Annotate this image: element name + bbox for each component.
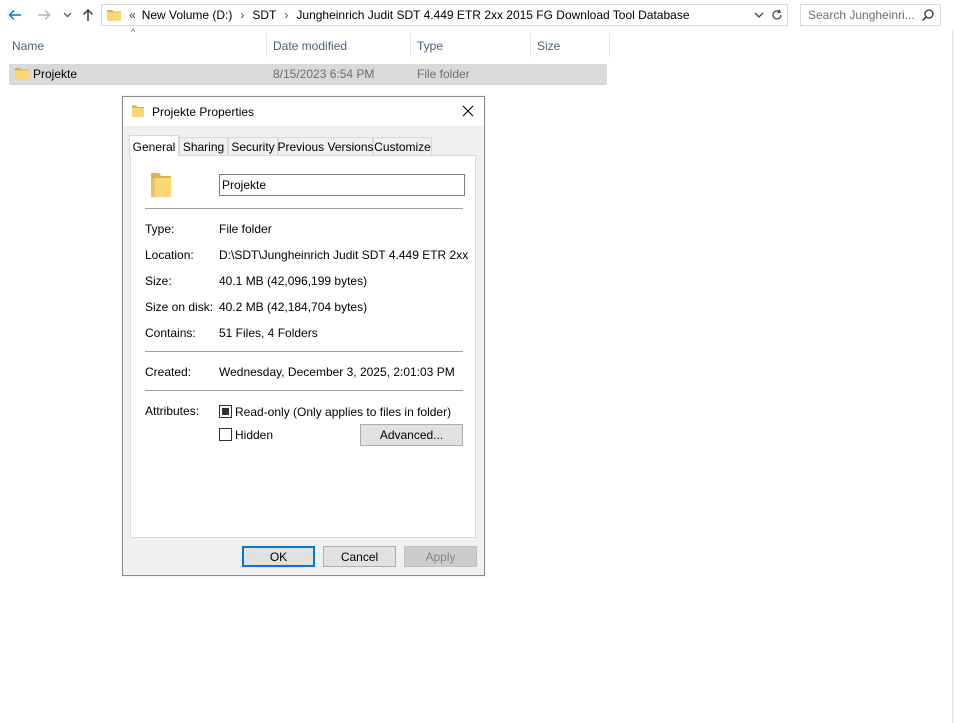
search-icon[interactable] [921,8,935,22]
dialog-title: Projekte Properties [152,105,255,119]
properties-dialog: Projekte Properties General Sharing Secu… [122,96,485,576]
column-header-type[interactable]: Type [411,35,530,57]
divider [145,208,463,209]
divider [145,351,463,352]
file-type: File folder [417,67,470,81]
contains-label: Contains: [145,326,196,340]
hidden-checkbox-label[interactable]: Hidden [235,428,273,442]
navigation-bar: « New Volume (D:) › SDT › Jungheinrich J… [0,0,954,30]
search-input[interactable]: Search Jungheinri... [808,8,920,22]
attributes-label: Attributes: [145,404,200,418]
chevron-down-icon [63,12,71,18]
size-label: Size: [145,274,172,288]
address-overflow[interactable]: « [129,8,136,22]
dialog-title-bar[interactable]: Projekte Properties [123,97,484,126]
tab-general[interactable]: General [129,135,179,157]
folder-large-icon [151,173,171,197]
breadcrumb-current-folder[interactable]: Jungheinrich Judit SDT 4.449 ETR 2xx 201… [296,8,689,22]
tab-customize[interactable]: Customize [373,137,432,156]
address-history-chevron-icon[interactable] [754,12,764,19]
tab-security[interactable]: Security [228,137,278,156]
file-row-projekte[interactable]: Projekte 8/15/2023 6:54 PM File folder [9,64,607,85]
column-header-size[interactable]: Size [531,35,609,57]
window-edge [952,30,953,723]
type-value: File folder [219,222,272,236]
recent-locations-button[interactable] [60,5,74,25]
forward-button[interactable] [34,5,54,25]
column-header-name[interactable]: Name [6,35,266,57]
back-button[interactable] [5,5,25,25]
file-name: Projekte [33,67,78,81]
tab-previous-versions[interactable]: Previous Versions [277,137,374,156]
arrow-right-icon [38,10,51,20]
type-label: Type: [145,222,175,236]
folder-icon [15,68,29,80]
size-on-disk-value: 40.2 MB (42,184,704 bytes) [219,300,368,314]
folder-icon [107,10,121,21]
readonly-checkbox-label[interactable]: Read-only (Only applies to files in fold… [235,405,451,419]
contains-value: 51 Files, 4 Folders [219,326,318,340]
arrow-left-icon [8,10,21,20]
location-label: Location: [145,248,194,262]
ok-button[interactable]: OK [242,546,315,567]
apply-button[interactable]: Apply [404,546,477,567]
up-button[interactable] [79,5,97,25]
readonly-checkbox[interactable] [219,405,232,418]
column-header-date-modified[interactable]: Date modified [267,35,410,57]
created-label: Created: [145,365,192,379]
breadcrumb-separator-icon[interactable]: › [284,8,288,22]
tab-sharing[interactable]: Sharing [179,137,228,156]
general-tab-panel: Projekte Type: File folder Location: D:\… [130,155,476,538]
column-divider[interactable] [609,33,610,57]
size-value: 40.1 MB (42,096,199 bytes) [219,274,368,288]
folder-name-input[interactable]: Projekte [219,174,465,196]
divider [145,390,463,391]
breadcrumb-separator-icon[interactable]: › [240,8,244,22]
arrow-up-icon [83,9,93,21]
folder-icon [132,105,144,117]
cancel-button[interactable]: Cancel [323,546,396,567]
address-bar[interactable]: « New Volume (D:) › SDT › Jungheinrich J… [101,4,788,26]
breadcrumb-volume[interactable]: New Volume (D:) [142,8,233,22]
hidden-checkbox[interactable] [219,428,232,441]
search-box[interactable]: Search Jungheinri... [800,4,941,26]
size-on-disk-label: Size on disk: [145,300,214,314]
close-icon[interactable] [460,103,476,119]
refresh-icon[interactable] [771,9,783,21]
created-value: Wednesday, December 3, 2025, 2:01:03 PM [219,365,455,379]
breadcrumb-sdt[interactable]: SDT [252,8,276,22]
advanced-button[interactable]: Advanced... [360,424,463,446]
address-controls [749,5,787,25]
file-date-modified: 8/15/2023 6:54 PM [273,67,375,81]
location-value[interactable]: D:\SDT\Jungheinrich Judit SDT 4.449 ETR … [219,248,469,262]
